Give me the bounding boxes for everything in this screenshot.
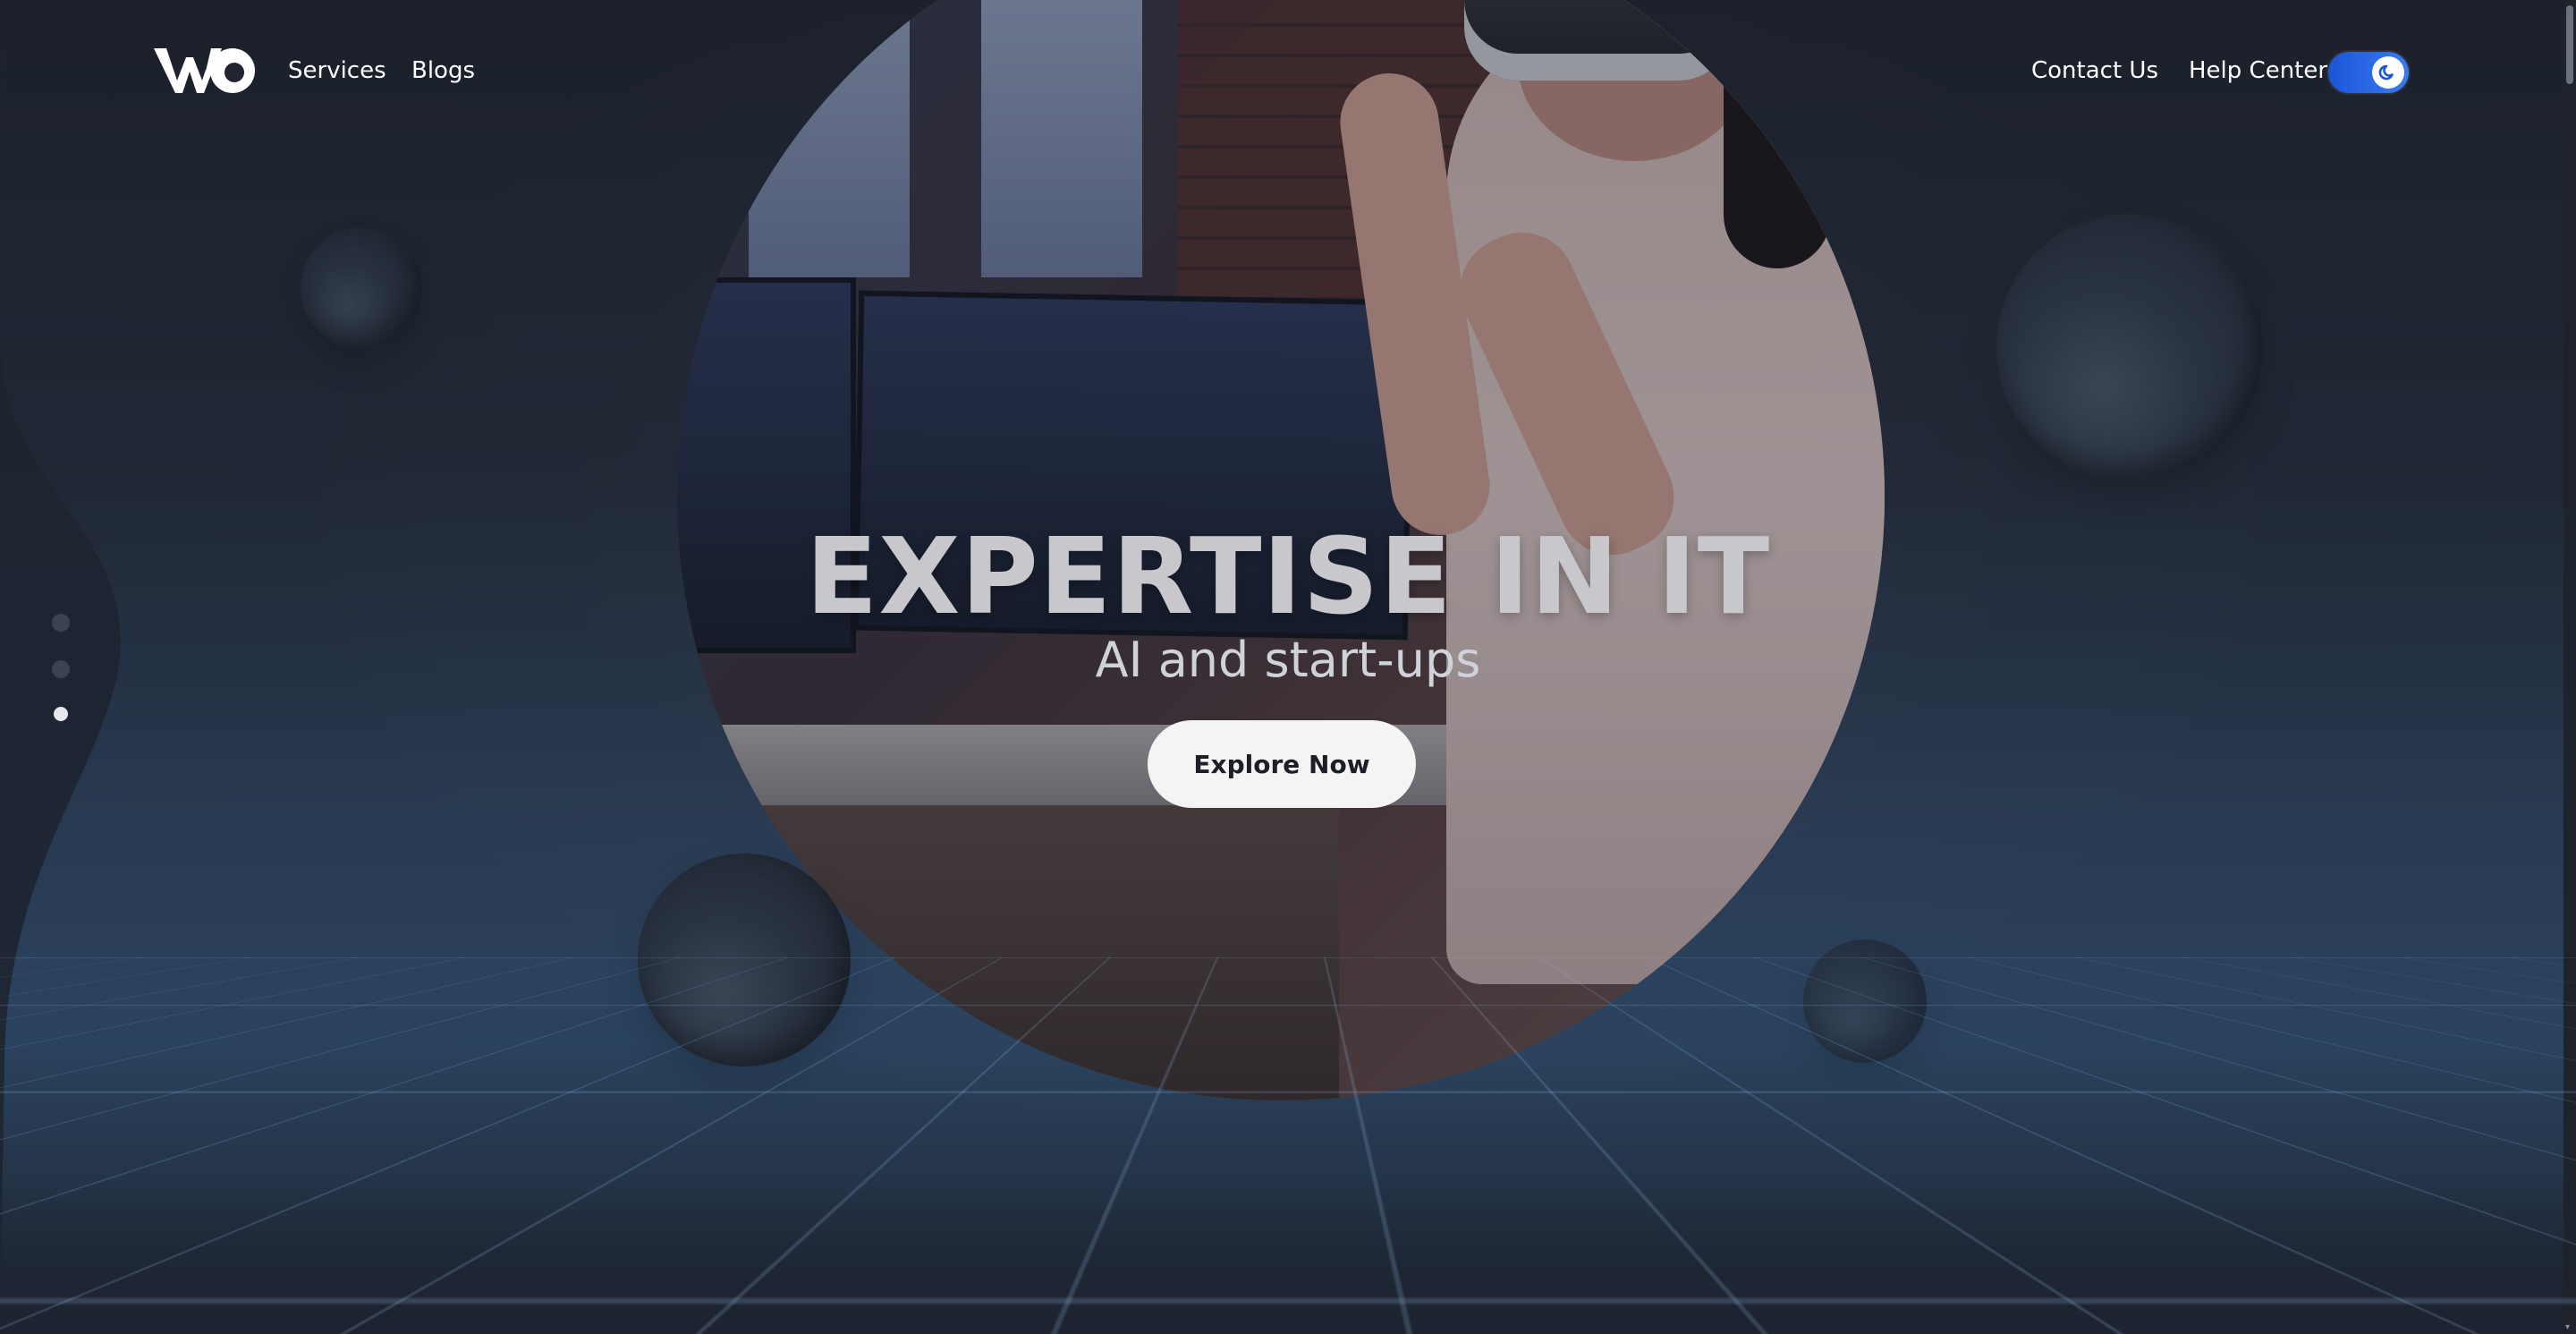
scroll-down-arrow-icon[interactable]: ▾	[2565, 1323, 2574, 1332]
page-scrollbar[interactable]: ▾	[2563, 0, 2576, 1334]
explore-now-button[interactable]: Explore Now	[1148, 720, 1416, 808]
hero-title: EXPERTISE IN IT	[805, 514, 1771, 638]
decor-sphere-bottom-left	[638, 854, 851, 1066]
nav-link-help-center[interactable]: Help Center	[2189, 57, 2327, 84]
top-navigation: Services Blogs Contact Us Help Center	[0, 0, 2576, 148]
decor-sphere-large-right	[1996, 214, 2263, 480]
decor-sphere-bottom-right	[1803, 939, 1927, 1063]
toggle-knob	[2372, 56, 2404, 89]
hero-subtitle: AI and start-ups	[1095, 632, 1481, 688]
slide-dot-3-active[interactable]	[54, 707, 68, 721]
scroll-thumb[interactable]	[2566, 5, 2573, 84]
moon-icon	[2378, 64, 2394, 81]
decor-sphere-small-left	[301, 227, 422, 349]
wo-logo-icon	[154, 48, 255, 93]
nav-link-services[interactable]: Services	[288, 57, 386, 84]
theme-toggle[interactable]	[2328, 52, 2409, 93]
nav-link-contact-us[interactable]: Contact Us	[2031, 57, 2158, 84]
nav-link-blogs[interactable]: Blogs	[411, 57, 475, 84]
brand-logo[interactable]	[154, 43, 258, 98]
